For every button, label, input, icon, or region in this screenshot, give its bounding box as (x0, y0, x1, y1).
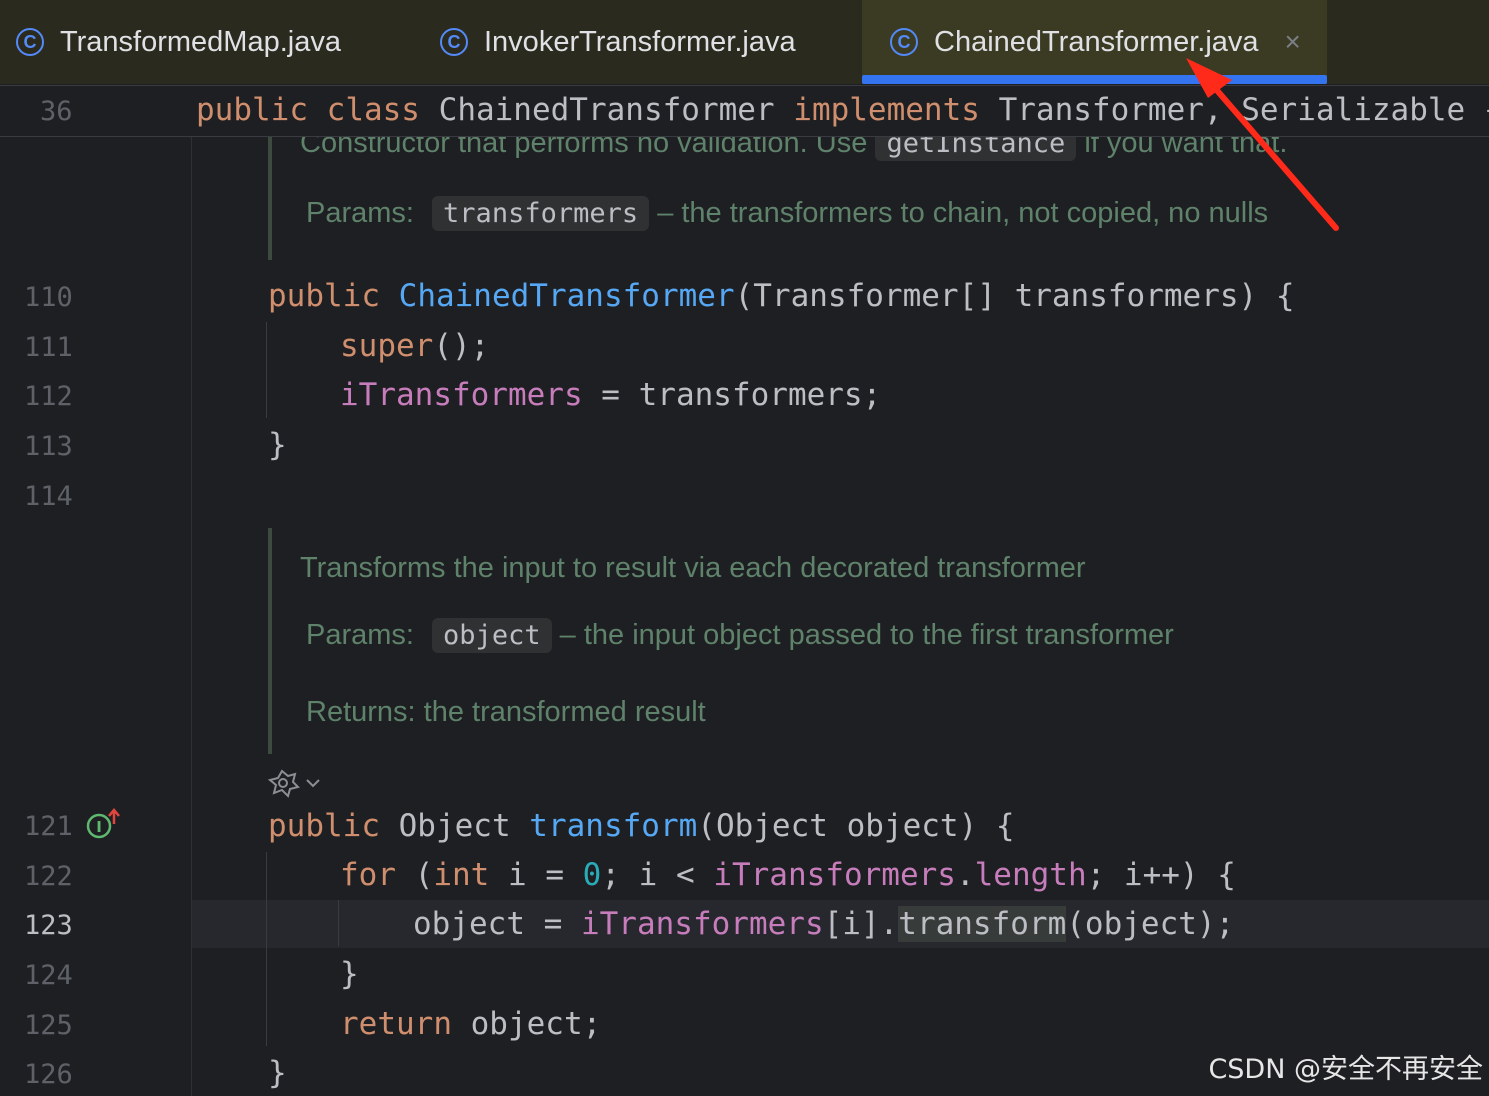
annotation-arrow (1186, 58, 1339, 231)
